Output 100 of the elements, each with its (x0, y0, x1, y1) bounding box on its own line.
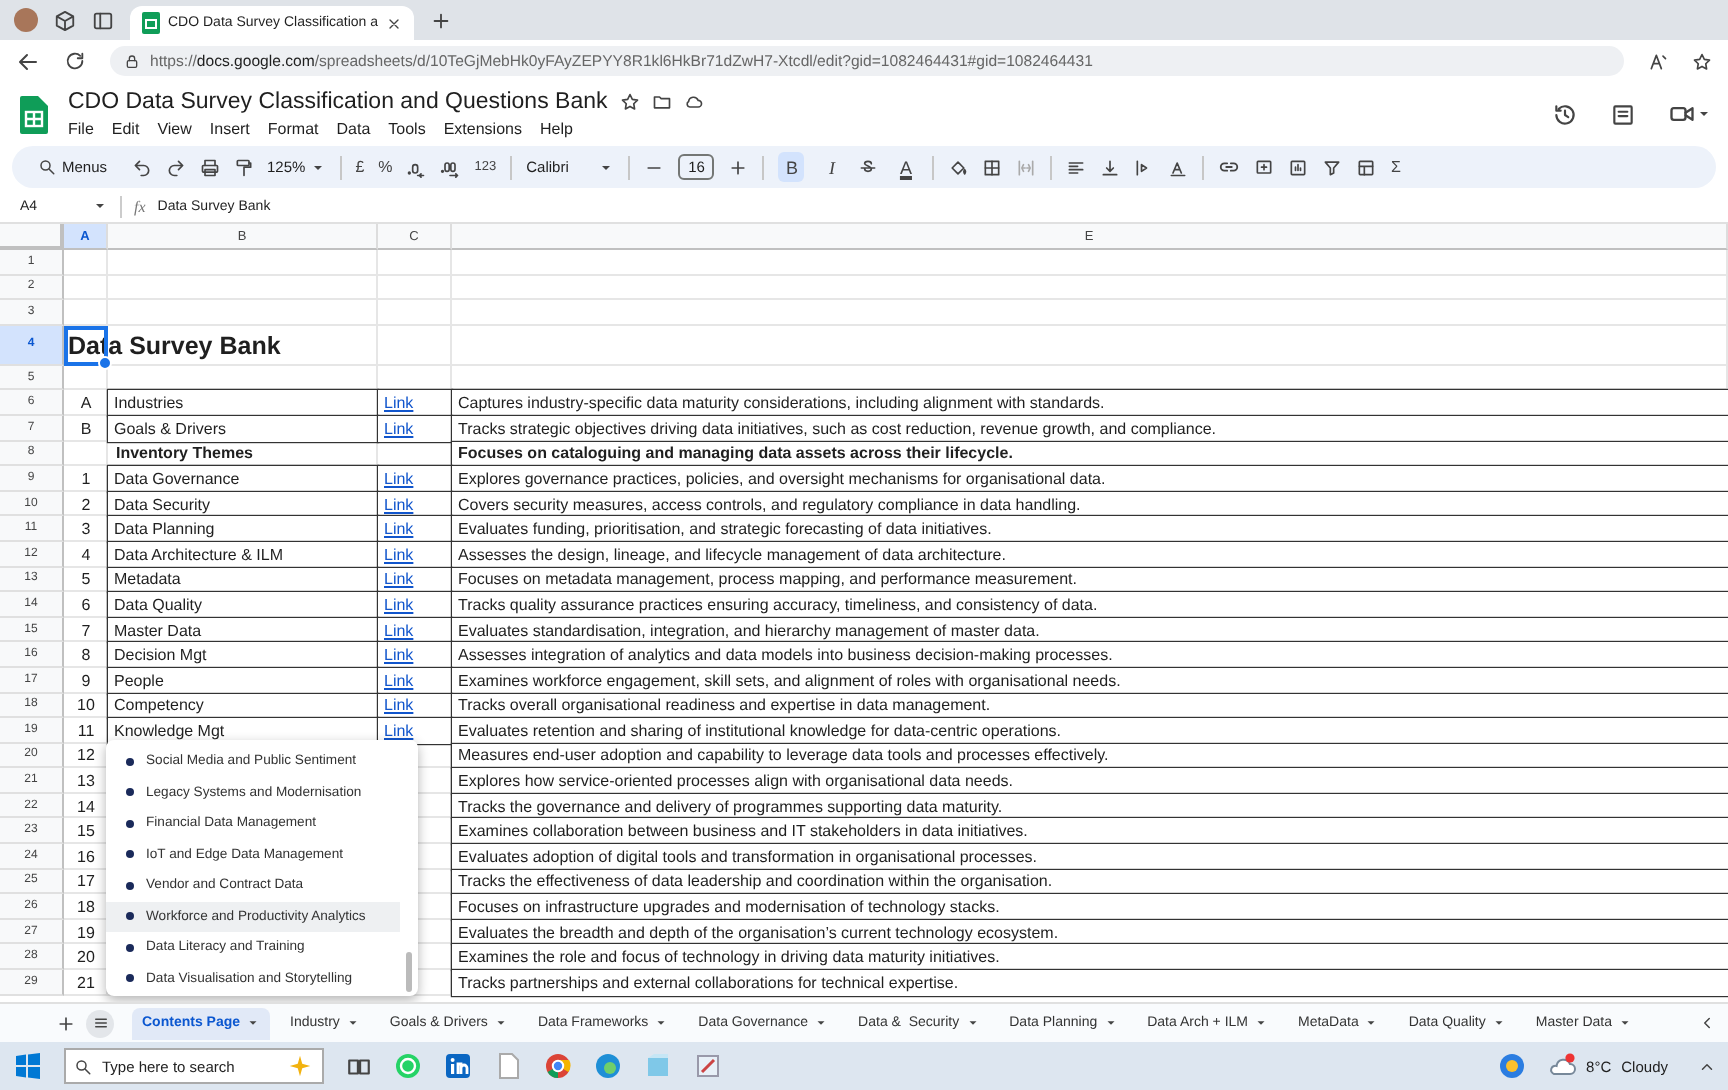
table-cell: Evaluates adoption of digital tools and transformation in organisational processes. (458, 847, 1038, 866)
functions-button[interactable]: Σ (1390, 158, 1401, 176)
link[interactable]: Link (384, 696, 414, 715)
menu-item[interactable]: View (157, 120, 192, 138)
new-tab-icon[interactable] (430, 10, 453, 32)
link[interactable]: Link (384, 419, 414, 438)
align-icon[interactable] (1066, 157, 1087, 177)
strikethrough-icon[interactable] (858, 157, 879, 177)
task-view-icon[interactable] (346, 1053, 372, 1079)
percent-button[interactable]: % (378, 158, 393, 176)
link[interactable]: Link (384, 621, 414, 640)
link-icon[interactable] (1218, 156, 1241, 178)
menu-item[interactable]: File (68, 120, 94, 138)
browser-icon[interactable] (544, 1052, 572, 1080)
tabs-icon[interactable] (92, 10, 114, 32)
decimal-icon[interactable] (440, 157, 461, 177)
paint-roller-icon[interactable] (233, 157, 254, 177)
professional-network-icon[interactable] (444, 1052, 472, 1080)
cloud-icon[interactable] (683, 92, 704, 112)
menu-item[interactable]: Edit (111, 120, 140, 138)
paint-bucket-icon[interactable] (948, 157, 969, 177)
item-number: 9 (81, 671, 91, 690)
link[interactable]: Link (384, 520, 414, 539)
menu-item[interactable]: Data (336, 120, 371, 138)
print-icon[interactable] (199, 157, 220, 177)
history-icon[interactable] (1552, 101, 1578, 127)
table-cell: Data Quality (114, 595, 203, 614)
caret-icon[interactable] (1696, 106, 1712, 122)
filter-icon[interactable] (1322, 157, 1343, 177)
table-cell: Goals & Drivers (114, 419, 227, 438)
table-cell: Industries (114, 394, 184, 413)
menu-item[interactable]: Tools (388, 120, 426, 138)
table-cell: Metadata (114, 570, 181, 589)
item-number: 18 (77, 898, 95, 917)
comment-add-icon[interactable] (1254, 157, 1275, 177)
borders-icon[interactable] (982, 157, 1003, 177)
undo-icon[interactable] (131, 157, 152, 177)
cube-icon[interactable] (54, 10, 76, 32)
vertical-align-icon[interactable] (1100, 157, 1121, 177)
star-icon[interactable] (1692, 51, 1712, 71)
link[interactable]: Link (384, 570, 414, 589)
menu-item[interactable]: Format (267, 120, 319, 138)
link[interactable]: Link (384, 721, 414, 740)
item-number: 11 (77, 721, 95, 740)
item-number: B (80, 419, 92, 438)
back-icon[interactable] (16, 49, 40, 73)
menu-item[interactable]: Insert (209, 120, 250, 138)
item-number: 15 (77, 822, 95, 841)
redo-icon[interactable] (165, 157, 186, 177)
sheets-logo[interactable] (20, 95, 48, 133)
link[interactable]: Link (384, 495, 414, 514)
link[interactable]: Link (384, 595, 414, 614)
search-icon (38, 158, 56, 176)
link[interactable]: Link (384, 545, 414, 564)
item-number: 2 (81, 495, 91, 514)
table-icon[interactable] (1356, 157, 1377, 177)
link[interactable]: Link (384, 394, 414, 413)
read-aloud-icon[interactable] (1648, 51, 1668, 71)
item-number: A (80, 394, 92, 413)
table-cell: Data Governance (114, 469, 240, 488)
refresh-icon[interactable] (64, 50, 86, 72)
all-sheets-button[interactable] (86, 1009, 114, 1037)
menu-item[interactable]: Help (539, 120, 573, 138)
add-sheet-icon[interactable] (56, 1013, 76, 1033)
star-icon[interactable] (619, 92, 640, 112)
link[interactable]: Link (384, 469, 414, 488)
windows-icon[interactable] (14, 1052, 42, 1080)
item-number: 6 (81, 595, 91, 614)
item-number: 19 (77, 923, 95, 942)
avatar-icon[interactable] (14, 8, 38, 32)
chart-icon[interactable] (1288, 157, 1309, 177)
weather-icon[interactable] (1548, 1052, 1577, 1080)
item-number: 17 (77, 872, 95, 891)
link[interactable]: Link (384, 671, 414, 690)
menu-item[interactable]: Extensions (443, 120, 522, 138)
scrollbar-thumb[interactable] (406, 952, 412, 992)
caret-icon (246, 1016, 261, 1030)
plus-icon[interactable] (728, 157, 749, 177)
comment-icon[interactable] (1610, 101, 1636, 127)
table-cell: Tracks the effectiveness of data leadership and coordination within the organisation. (458, 872, 1053, 891)
text-rotation-icon[interactable] (1168, 157, 1189, 177)
currency-button[interactable]: £ (355, 158, 365, 176)
italic-button[interactable]: I (818, 152, 845, 182)
chevron-left-icon[interactable] (1698, 1014, 1716, 1032)
caret-icon (1364, 1016, 1379, 1030)
text-color-button[interactable]: A (892, 152, 919, 182)
caret-icon[interactable] (92, 198, 108, 214)
paint-icon[interactable] (694, 1052, 722, 1080)
folder-icon[interactable] (651, 92, 672, 112)
function-symbol: fx (134, 197, 146, 215)
item-number: 13 (77, 772, 95, 791)
caret-icon (1491, 1016, 1506, 1030)
table-cell: Tracks strategic objectives driving data initiatives, such as cost reduction, revenue growth, and compliance. (458, 419, 1216, 438)
bold-button[interactable]: B (778, 152, 805, 182)
table-cell: Data Security (114, 495, 211, 514)
item-number: 4 (81, 545, 91, 564)
table-cell: Tracks quality assurance practices ensuring accuracy, timeliness, and consistency of data. (458, 595, 1098, 614)
link[interactable]: Link (384, 646, 414, 665)
document-title[interactable]: CDO Data Survey Classification and Questions Bank (68, 90, 608, 114)
close-icon[interactable] (386, 15, 403, 31)
